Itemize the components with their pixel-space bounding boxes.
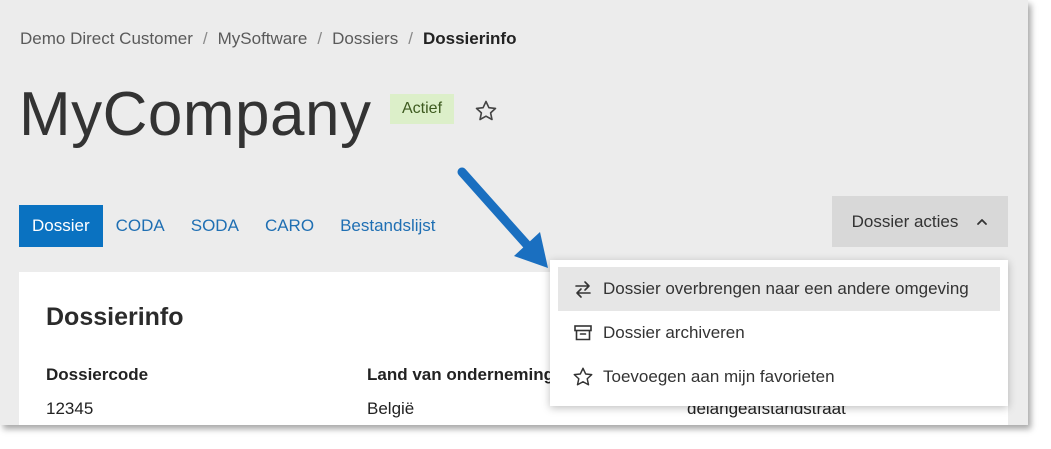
breadcrumb-item-software[interactable]: MySoftware: [218, 29, 308, 48]
menu-item-label: Dossier overbrengen naar een andere omge…: [603, 279, 969, 298]
star-outline-icon: [475, 100, 497, 121]
field-label-dossiercode: Dossiercode: [46, 365, 149, 384]
menu-item-transfer[interactable]: Dossier overbrengen naar een andere omge…: [558, 267, 1000, 311]
app-frame: Demo Direct Customer / MySoftware / Dossiers…: [0, 0, 1028, 425]
star-outline-icon: [573, 367, 593, 386]
menu-item-archive[interactable]: Dossier archiveren: [558, 311, 1000, 355]
transfer-arrows-icon: [575, 281, 591, 298]
card-title: Dossierinfo: [46, 303, 184, 331]
favorite-button[interactable]: [474, 99, 498, 123]
breadcrumb: Demo Direct Customer / MySoftware / Dossiers…: [20, 29, 516, 49]
tab-bestandslijst[interactable]: Bestandslijst: [327, 205, 448, 247]
dossier-actions-menu: Dossier overbrengen naar een andere omge…: [550, 260, 1008, 406]
breadcrumb-item-customer[interactable]: Demo Direct Customer: [20, 29, 193, 48]
dossier-actions-button[interactable]: Dossier acties: [832, 196, 1008, 247]
menu-item-label: Toevoegen aan mijn favorieten: [603, 367, 835, 386]
status-badge: Actief: [390, 94, 455, 124]
breadcrumb-separator: /: [408, 29, 413, 48]
archive-box-icon: [574, 325, 592, 341]
menu-item-favorite[interactable]: Toevoegen aan mijn favorieten: [558, 355, 1000, 399]
tab-soda[interactable]: SODA: [178, 205, 252, 247]
menu-item-label: Dossier archiveren: [603, 323, 745, 342]
breadcrumb-separator: /: [317, 29, 323, 48]
tab-bar: Dossier CODA SODA CARO Bestandslijst: [19, 205, 449, 247]
chevron-up-icon: [977, 218, 988, 225]
field-value-land: België: [367, 399, 415, 418]
breadcrumb-separator: /: [202, 29, 208, 48]
annotation-arrow-icon: [457, 167, 548, 268]
field-value-dossiercode: 12345: [46, 399, 94, 418]
tab-caro[interactable]: CARO: [252, 205, 327, 247]
breadcrumb-item-dossiers[interactable]: Dossiers: [332, 29, 398, 48]
tab-dossier[interactable]: Dossier: [19, 205, 103, 247]
page-title: MyCompany: [19, 80, 372, 149]
dossier-actions-label: Dossier acties: [851, 211, 959, 231]
field-label-land: Land van onderneming: [367, 365, 555, 384]
tab-coda[interactable]: CODA: [103, 205, 178, 247]
breadcrumb-current: Dossierinfo: [422, 29, 517, 48]
